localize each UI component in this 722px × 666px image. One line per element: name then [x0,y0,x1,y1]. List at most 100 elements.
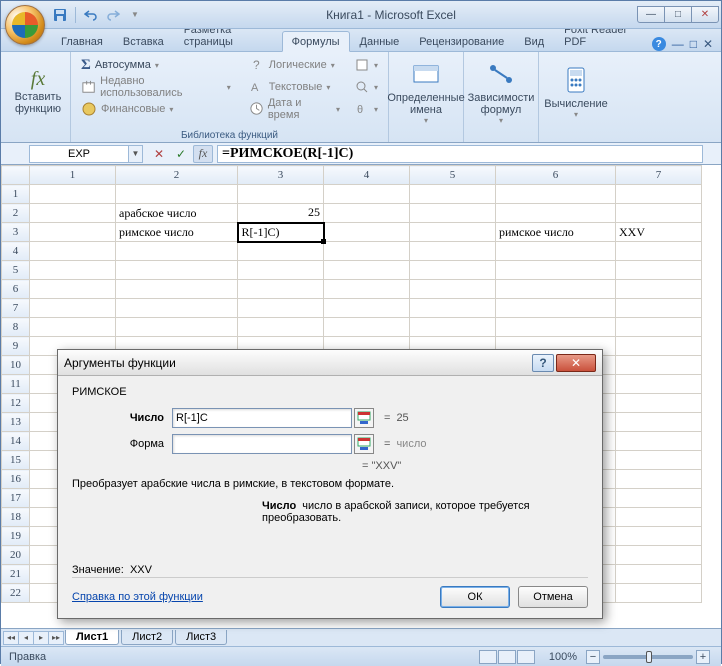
financial-button[interactable]: Финансовые ▾ [77,98,235,120]
row-header[interactable]: 5 [2,261,30,280]
cell[interactable] [116,299,238,318]
cell[interactable] [30,185,116,204]
recent-button[interactable]: Недавно использовались ▾ [77,76,235,98]
row-header[interactable]: 10 [2,356,30,375]
cell[interactable] [410,242,496,261]
cell[interactable] [30,223,116,242]
name-box-dropdown[interactable]: ▼ [129,145,143,163]
defined-names-button[interactable]: Определенные имена ▾ [395,54,457,128]
cell[interactable] [238,299,324,318]
close-button[interactable]: ✕ [691,6,719,23]
col-header[interactable]: 2 [116,166,238,185]
ok-button[interactable]: ОК [440,586,510,608]
row-header[interactable]: 20 [2,546,30,565]
row-header[interactable]: 19 [2,527,30,546]
cell[interactable] [116,280,238,299]
formula-enter-button[interactable]: ✓ [171,145,191,163]
col-header[interactable]: 4 [324,166,410,185]
dialog-help-button[interactable]: ? [532,354,554,372]
more-fn-button[interactable]: ▾ [350,54,382,76]
cell[interactable] [30,318,116,337]
active-cell[interactable]: R[-1]C) [238,223,324,242]
col-header[interactable]: 7 [616,166,702,185]
arg1-range-picker[interactable] [354,408,374,428]
cell[interactable] [238,261,324,280]
col-header[interactable]: 5 [410,166,496,185]
cell[interactable] [616,413,702,432]
cell[interactable] [616,432,702,451]
cell[interactable] [496,280,616,299]
tab-data[interactable]: Данные [350,31,410,51]
cell[interactable] [616,527,702,546]
cell[interactable] [30,299,116,318]
cell[interactable] [496,261,616,280]
row-header[interactable]: 12 [2,394,30,413]
cell[interactable] [616,584,702,603]
cell[interactable] [496,185,616,204]
cell[interactable] [30,242,116,261]
cell[interactable] [496,242,616,261]
math-button[interactable]: θ▾ [350,98,382,120]
cell[interactable] [616,204,702,223]
cell[interactable] [616,451,702,470]
cell[interactable]: XXV [616,223,702,242]
cell[interactable] [616,546,702,565]
cell[interactable] [116,318,238,337]
cell[interactable] [324,242,410,261]
cell[interactable] [496,204,616,223]
dialog-close-button[interactable]: ✕ [556,354,596,372]
cell[interactable] [324,204,410,223]
row-header[interactable]: 21 [2,565,30,584]
formula-cancel-button[interactable]: ✕ [149,145,169,163]
tab-insert[interactable]: Вставка [113,31,174,51]
sheet-nav-last[interactable]: ▸▸ [48,631,64,645]
sheet-nav-first[interactable]: ◂◂ [3,631,19,645]
save-icon[interactable] [51,6,69,24]
col-header[interactable]: 3 [238,166,324,185]
cell[interactable] [410,185,496,204]
help-icon[interactable]: ? [652,37,666,51]
formula-bar[interactable]: =РИМСКОЕ(R[-1]C) [217,145,703,163]
tab-view[interactable]: Вид [514,31,554,51]
select-all-corner[interactable] [2,166,30,185]
cell[interactable] [410,280,496,299]
row-header[interactable]: 14 [2,432,30,451]
sheet-nav-next[interactable]: ▸ [33,631,49,645]
cell[interactable] [616,280,702,299]
cell[interactable] [410,299,496,318]
cell[interactable] [616,337,702,356]
row-header[interactable]: 7 [2,299,30,318]
cell[interactable] [238,318,324,337]
zoom-out-button[interactable]: − [586,650,600,664]
tab-formulas[interactable]: Формулы [282,31,350,52]
undo-icon[interactable] [82,6,100,24]
cell[interactable] [238,280,324,299]
row-header[interactable]: 2 [2,204,30,223]
cell[interactable] [616,261,702,280]
arg2-range-picker[interactable] [354,434,374,454]
minimize-button[interactable]: — [637,6,665,23]
datetime-button[interactable]: Дата и время ▾ [245,98,344,120]
row-header[interactable]: 18 [2,508,30,527]
row-header[interactable]: 11 [2,375,30,394]
doc-restore-icon[interactable]: □ [690,37,697,51]
view-page-layout-button[interactable] [498,650,516,664]
row-header[interactable]: 15 [2,451,30,470]
cell[interactable] [324,280,410,299]
cell[interactable] [116,185,238,204]
name-box[interactable]: EXP [29,145,129,163]
qat-dropdown-icon[interactable]: ▼ [126,6,144,24]
tab-review[interactable]: Рецензирование [409,31,514,51]
maximize-button[interactable]: □ [664,6,692,23]
cell[interactable] [324,223,410,242]
cell[interactable] [410,223,496,242]
office-button[interactable] [5,5,45,45]
fx-button[interactable]: fx [193,145,213,163]
cancel-button[interactable]: Отмена [518,586,588,608]
cell[interactable] [616,470,702,489]
row-header[interactable]: 13 [2,413,30,432]
cell[interactable] [616,299,702,318]
function-help-link[interactable]: Справка по этой функции [72,591,203,603]
cell[interactable] [616,356,702,375]
cell[interactable] [616,565,702,584]
